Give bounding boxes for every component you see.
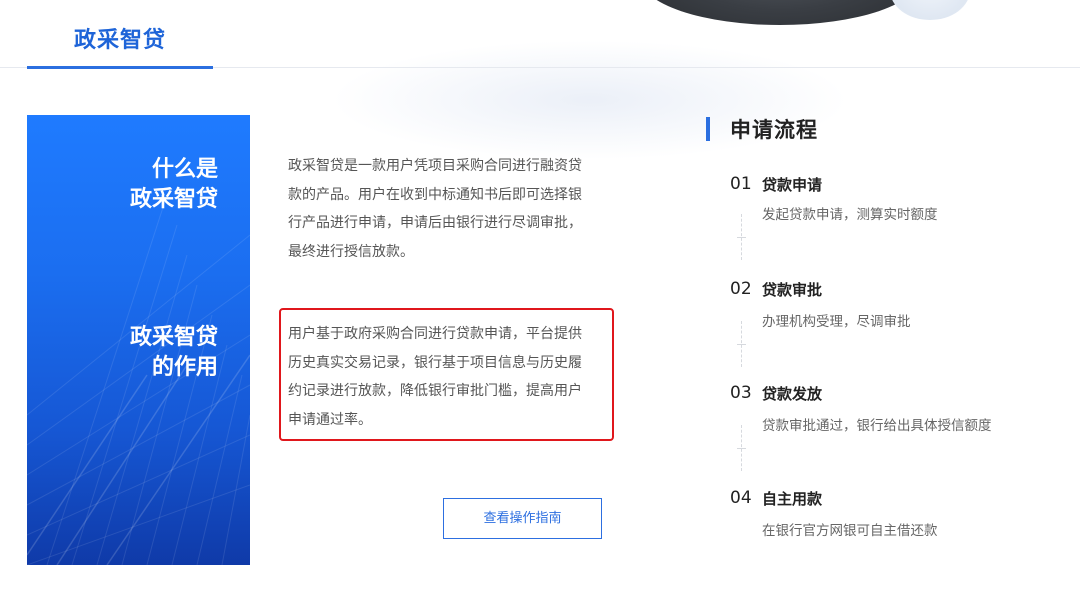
function-line: 用户基于政府采购合同进行贷款申请，平台提供 [288,326,582,342]
intro-paragraph: 政采智贷是一款用户凭项目采购合同进行融资贷 款的产品。用户在收到中标通知书后即可… [288,152,613,266]
side-heading-line: 政采智贷 [129,187,218,212]
step-description: 在银行官方网银可自主借还款 [762,523,938,539]
intro-line: 最终进行授信放款。 [288,243,414,260]
tab-bar: 政采智贷 [0,0,1080,69]
step-description: 贷款审批通过，银行给出具体授信额度 [762,418,992,434]
step-number: 01 [730,174,752,194]
view-guide-button[interactable]: 查看操作指南 [443,498,602,539]
side-heading-line: 什么是 [151,157,218,182]
tab-label: 政采智贷 [73,28,166,53]
step-number: 02 [730,279,752,299]
function-line: 约记录进行放款，降低银行审批门槛，提高用户 [288,383,582,399]
intro-line: 政采智贷是一款用户凭项目采购合同进行融资贷 [288,158,582,174]
process-title-bar [706,117,710,141]
side-panel: 什么是 政采智贷 政采智贷 的作用 [27,115,250,565]
step-number: 04 [730,488,752,508]
intro-line: 行产品进行申请，申请后由银行进行尽调审批， [288,215,582,231]
step-title: 自主用款 [762,490,823,508]
side-heading-what-is: 什么是 政采智贷 [130,155,218,215]
function-line: 历史真实交易记录，银行基于项目信息与历史履 [288,354,582,371]
step-connector-tick [737,344,746,345]
intro-line: 款的产品。用户在收到中标通知书后即可选择银 [288,186,582,203]
function-line: 申请通过率。 [288,411,372,428]
step-description: 办理机构受理，尽调审批 [762,314,911,330]
step-title: 贷款发放 [762,385,823,403]
side-heading-function: 政采智贷 的作用 [130,323,218,383]
side-heading-line: 政采智贷 [129,325,218,350]
step-title: 贷款申请 [762,176,823,194]
function-paragraph: 用户基于政府采购合同进行贷款申请，平台提供 历史真实交易记录，银行基于项目信息与… [288,320,613,434]
side-heading-line: 的作用 [151,355,218,380]
step-title: 贷款审批 [762,281,823,299]
tab-zhengcai-zhidai[interactable]: 政采智贷 [27,0,213,69]
step-description: 发起贷款申请，测算实时额度 [762,207,938,223]
step-connector-tick [737,237,746,238]
step-number: 03 [730,383,752,403]
tab-active-underline [27,66,213,69]
step-connector-tick [737,448,746,449]
process-title: 申请流程 [730,118,818,142]
